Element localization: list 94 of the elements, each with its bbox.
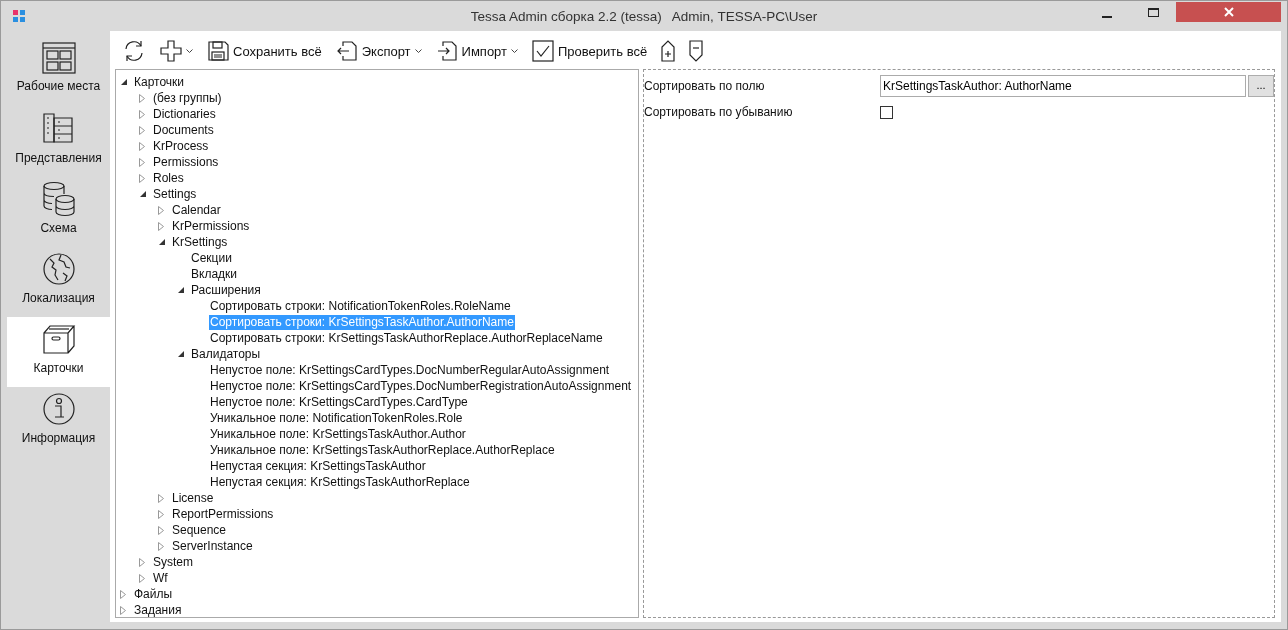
tree-item[interactable]: KrProcess [152, 138, 210, 154]
sidebar-item[interactable]: Рабочие места [7, 37, 110, 107]
grid-window-icon [40, 41, 77, 75]
tree-item[interactable]: Непустое поле: KrSettingsCardTypes.DocNumberRegularAutoAssignment [209, 362, 611, 378]
tree-item[interactable]: (без группы) [152, 90, 223, 106]
collapsed-arrow-icon[interactable] [139, 109, 145, 119]
tree-item[interactable]: Уникальное поле: KrSettingsTaskAuthorReplace.AuthorReplace [209, 442, 556, 458]
collapsed-arrow-icon[interactable] [139, 141, 145, 151]
minimize-icon [1102, 16, 1112, 18]
sidebar-item[interactable]: Карточки [7, 317, 110, 387]
tree-item[interactable]: Вкладки [190, 266, 239, 282]
collapsed-arrow-icon[interactable] [158, 525, 164, 535]
tree-item[interactable]: Documents [152, 122, 215, 138]
user-name: Admin, TESSA-PC\User [671, 9, 818, 24]
info-icon [40, 391, 77, 427]
refresh-icon [122, 39, 146, 63]
save-icon [207, 40, 229, 62]
tree-item[interactable]: ServerInstance [171, 538, 254, 554]
export-icon [335, 40, 358, 62]
lookup-field[interactable]: KrSettingsTaskAuthor: AuthorName [880, 75, 1246, 97]
tag-plus-button[interactable] [661, 40, 676, 62]
tree-item[interactable]: Roles [152, 170, 185, 186]
tree-item[interactable]: Сортировать строки: NotificationTokenRoles.RoleName [209, 298, 512, 314]
collapsed-arrow-icon[interactable] [158, 205, 164, 215]
sidebar-item[interactable]: Схема [7, 177, 110, 247]
expanded-arrow-icon[interactable] [120, 78, 128, 86]
export-button[interactable]: Экспорт [335, 40, 422, 62]
sidebar-item[interactable]: Информация [7, 387, 110, 457]
collapsed-arrow-icon[interactable] [158, 509, 164, 519]
refresh-button[interactable] [122, 39, 146, 63]
tree-item[interactable]: License [171, 490, 215, 506]
tree-item[interactable]: Задания [133, 602, 183, 618]
tree-item[interactable]: Секции [190, 250, 233, 266]
collapsed-arrow-icon[interactable] [139, 557, 145, 567]
close-icon [1223, 7, 1234, 17]
sidebar-item[interactable]: Представления [7, 107, 110, 177]
import-button[interactable]: Импорт [435, 40, 518, 62]
tree-item[interactable]: Непустая секция: KrSettingsTaskAuthor [209, 458, 427, 474]
check-button[interactable]: Проверить всё [532, 40, 648, 62]
tree-item[interactable]: Dictionaries [152, 106, 217, 122]
tree-item[interactable]: Уникальное поле: KrSettingsTaskAuthor.Author [209, 426, 467, 442]
field-label: Сортировать по убыванию [644, 105, 794, 119]
save-button[interactable]: Сохранить всё [207, 40, 322, 62]
tag-minus-icon [689, 40, 704, 62]
window-title: Tessa Admin сборка 2.2 (tessa) [470, 9, 662, 24]
add-button[interactable] [160, 40, 193, 62]
collapsed-arrow-icon[interactable] [158, 493, 164, 503]
caret-icon [186, 48, 193, 54]
maximize-icon [1147, 7, 1159, 17]
tree-item[interactable]: Wf [152, 570, 169, 586]
collapsed-arrow-icon[interactable] [139, 157, 145, 167]
tag-plus-icon [661, 40, 676, 62]
collapsed-arrow-icon[interactable] [120, 605, 126, 615]
collapsed-arrow-icon[interactable] [139, 173, 145, 183]
expanded-arrow-icon[interactable] [177, 350, 185, 358]
collapsed-arrow-icon[interactable] [120, 589, 126, 599]
sidebar-item[interactable]: Локализация [7, 247, 110, 317]
tree-item[interactable]: Непустая секция: KrSettingsTaskAuthorReplace [209, 474, 471, 490]
tree-item[interactable]: Файлы [133, 586, 174, 602]
tree-item[interactable]: KrPermissions [171, 218, 251, 234]
tree-item[interactable]: Уникальное поле: NotificationTokenRoles.Role [209, 410, 464, 426]
expanded-arrow-icon[interactable] [139, 190, 147, 198]
caret-icon [414, 48, 422, 54]
plus-icon [160, 40, 182, 62]
caret-icon [511, 48, 518, 54]
tree-item[interactable]: Сортировать строки: KrSettingsTaskAuthorReplace.AuthorReplaceName [209, 330, 604, 346]
tree-item[interactable]: Расширения [190, 282, 262, 298]
collapsed-arrow-icon[interactable] [158, 541, 164, 551]
tree-item[interactable]: Sequence [171, 522, 228, 538]
tree-item[interactable]: Карточки [133, 74, 186, 90]
tree-item[interactable]: System [152, 554, 194, 570]
tree-item[interactable]: Calendar [171, 202, 222, 218]
collapsed-arrow-icon[interactable] [139, 93, 145, 103]
tree-item[interactable]: ReportPermissions [171, 506, 275, 522]
expanded-arrow-icon[interactable] [158, 238, 166, 246]
checkbox[interactable] [880, 105, 893, 119]
collapsed-arrow-icon[interactable] [139, 573, 145, 583]
collapsed-arrow-icon[interactable] [139, 125, 145, 135]
tree-item[interactable]: Settings [152, 186, 198, 202]
app-logo-icon [13, 10, 25, 22]
tree-item[interactable]: Непустое поле: KrSettingsCardTypes.CardType [209, 394, 469, 410]
browse-button[interactable]: ... [1248, 75, 1274, 97]
import-icon [435, 40, 458, 62]
expanded-arrow-icon[interactable] [177, 286, 185, 294]
tree-item[interactable]: Валидаторы [190, 346, 262, 362]
database-icon [40, 181, 77, 217]
tree-item[interactable]: Непустое поле: KrSettingsCardTypes.DocNumberRegistrationAutoAssignment [209, 378, 633, 394]
tree-item[interactable]: Permissions [152, 154, 220, 170]
field-label: Сортировать по полю [644, 79, 766, 93]
tree-item[interactable]: KrSettings [171, 234, 229, 250]
checkbox-icon [532, 40, 554, 62]
tag-minus-button[interactable] [689, 40, 704, 62]
globe-icon [40, 251, 77, 287]
collapsed-arrow-icon[interactable] [158, 221, 164, 231]
